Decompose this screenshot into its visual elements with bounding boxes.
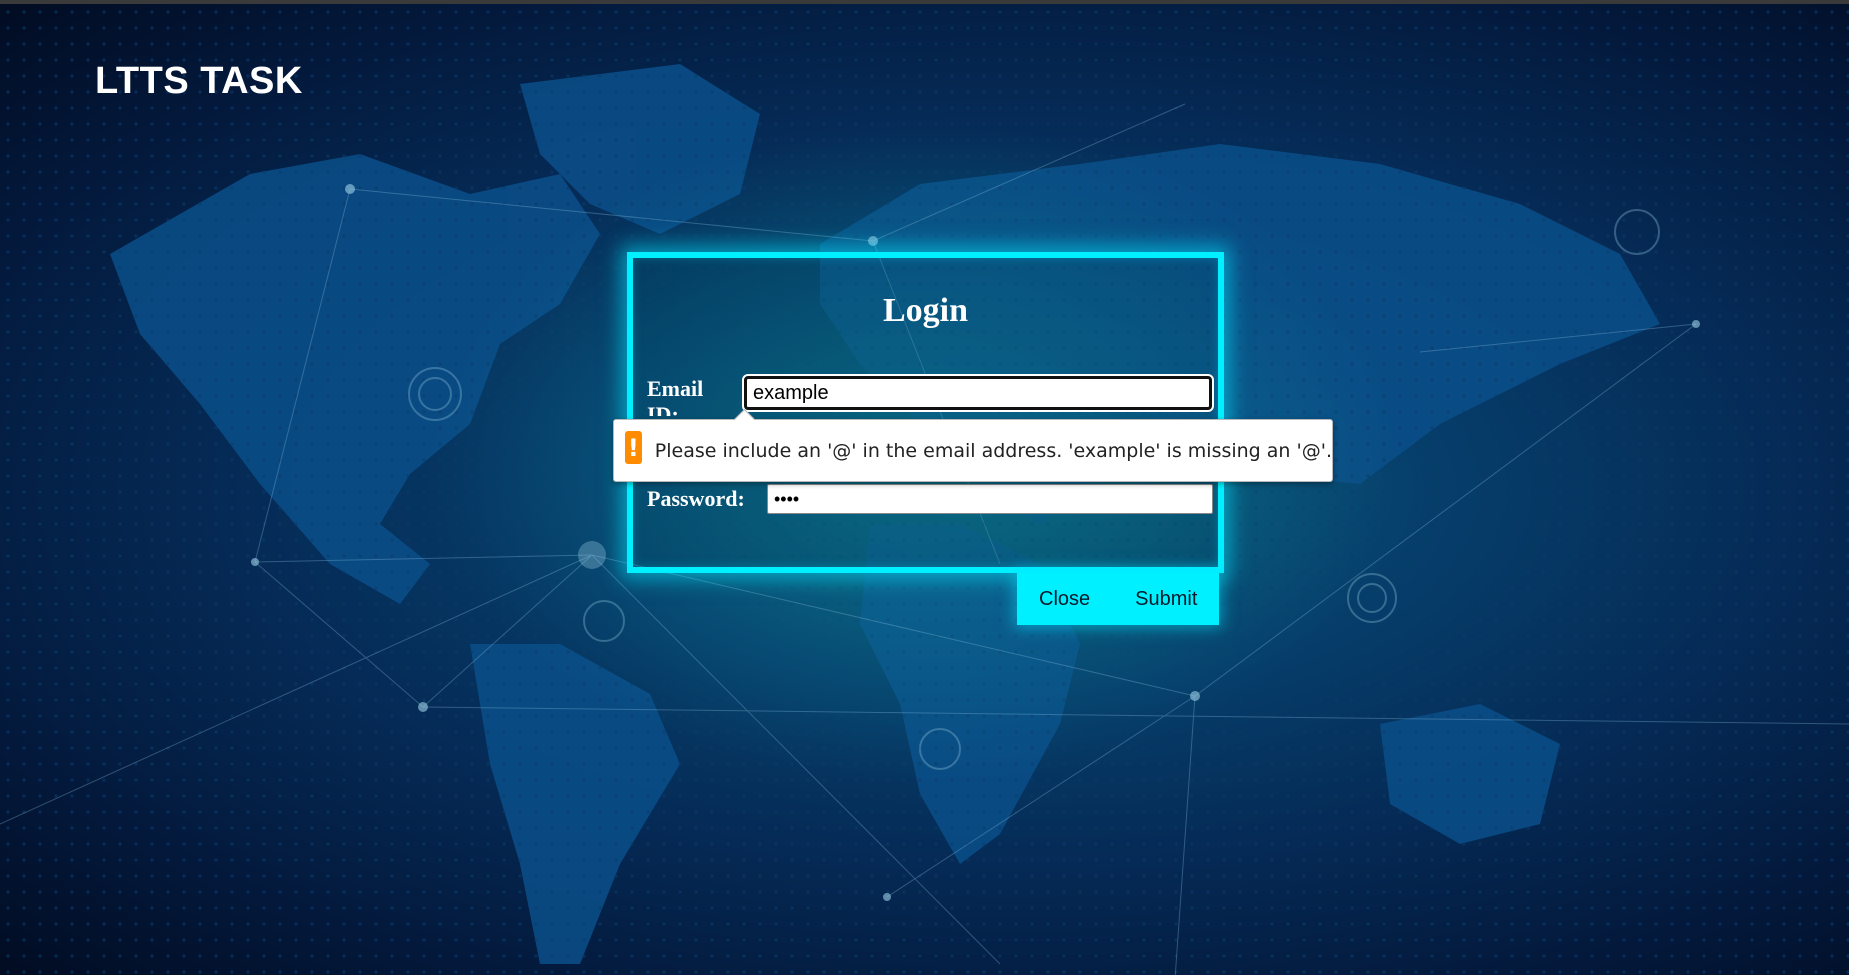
submit-button[interactable]: Submit <box>1135 588 1197 611</box>
warning-icon: ! <box>625 431 642 464</box>
login-title: Login <box>882 292 969 329</box>
password-field[interactable] <box>767 484 1213 514</box>
validation-message: Please include an '@' in the email addre… <box>654 439 1332 462</box>
app-title: LTTS TASK <box>95 60 303 102</box>
login-panel: Login Email ID: Password: <box>627 252 1224 573</box>
email-field[interactable] <box>742 374 1214 412</box>
password-label: Password: <box>647 486 745 511</box>
button-bar: Close Submit <box>1017 573 1219 625</box>
close-button[interactable]: Close <box>1039 588 1090 611</box>
page-background: LTTS TASK Login Email ID: Password: Clos… <box>0 0 1849 975</box>
email-label: Email ID: <box>647 376 704 416</box>
validation-tooltip: ! Please include an '@' in the email add… <box>613 408 1333 482</box>
